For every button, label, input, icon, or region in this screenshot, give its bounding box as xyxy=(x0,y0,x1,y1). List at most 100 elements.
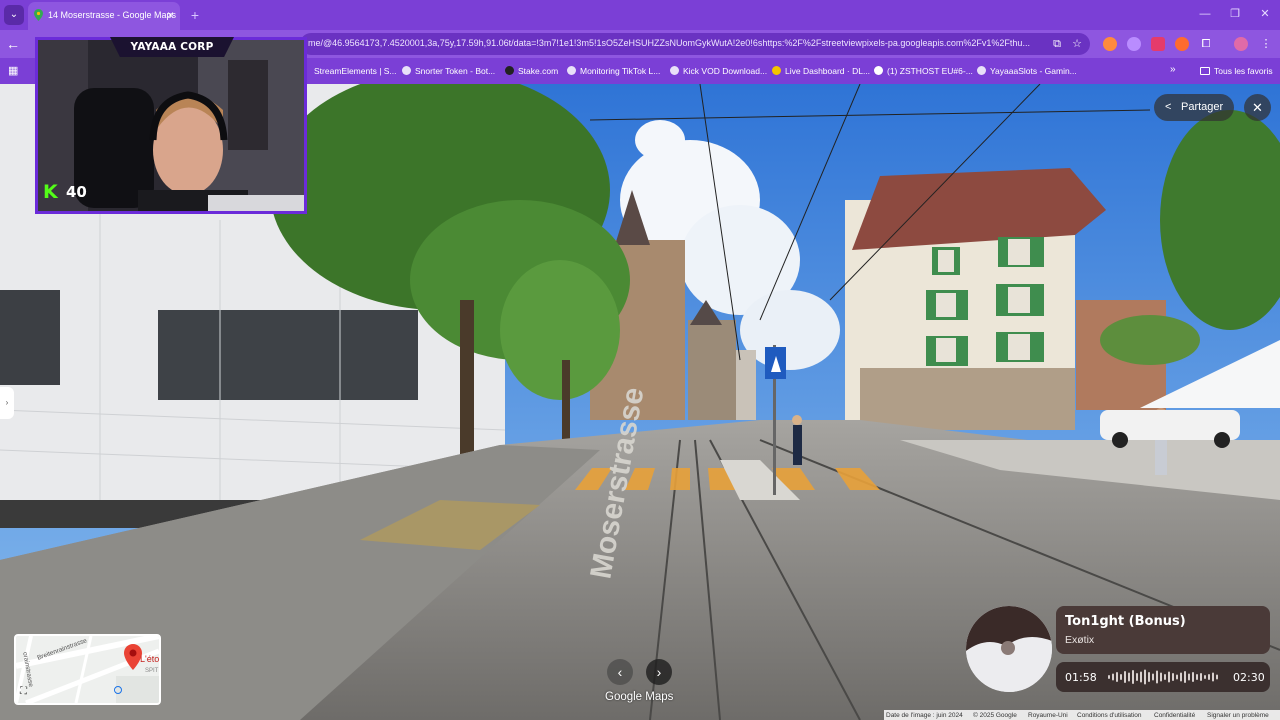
folder-icon xyxy=(1200,67,1210,75)
waveform-bar xyxy=(1204,675,1206,679)
waveform-bar xyxy=(1192,672,1194,682)
extensions-puzzle-icon[interactable]: ⧠ xyxy=(1197,35,1215,53)
bookmark-item[interactable]: Kick VOD Download... xyxy=(670,64,767,78)
minimap[interactable]: Breitenrainstrasse orainstrasse ⛶ xyxy=(14,634,161,705)
back-arrow-icon[interactable]: ← xyxy=(6,35,20,53)
album-art xyxy=(966,606,1052,692)
window-close-button[interactable]: ✕ xyxy=(1250,5,1280,23)
waveform-bar xyxy=(1176,674,1178,680)
google-maps-favicon xyxy=(34,9,43,21)
bookmark-favicon-icon xyxy=(874,66,883,75)
audio-waveform xyxy=(1108,669,1218,685)
tab-title: 14 Moserstrasse - Google Maps xyxy=(48,10,177,20)
waveform-bar xyxy=(1184,671,1186,683)
bookmark-favicon-icon xyxy=(772,66,781,75)
terms-link[interactable]: Conditions d'utilisation xyxy=(1077,711,1141,720)
next-image-arrow-icon[interactable]: › xyxy=(646,659,672,685)
bookmark-item[interactable]: Live Dashboard · DL... xyxy=(772,64,870,78)
track-artist: Exøtix xyxy=(1065,634,1095,646)
waveform-bar xyxy=(1140,671,1142,683)
maximize-button[interactable]: ❐ xyxy=(1220,5,1250,23)
bookmark-item[interactable]: Snorter Token - Bot... xyxy=(402,64,495,78)
bookmark-label: (1) ZSTHOST EU#6-... xyxy=(887,66,973,76)
browser-menu-icon[interactable]: ⋮ xyxy=(1257,35,1275,53)
new-tab-button[interactable]: + xyxy=(186,6,204,24)
extension-icon-3[interactable] xyxy=(1151,37,1165,51)
bookmark-label: Monitoring TikTok L... xyxy=(580,66,661,76)
waveform-bar xyxy=(1132,670,1134,684)
waveform-bar xyxy=(1160,672,1162,682)
waveform-bar xyxy=(1216,674,1218,680)
waveform-bar xyxy=(1152,673,1154,681)
bookmark-favicon-icon xyxy=(567,66,576,75)
waveform-bar xyxy=(1112,673,1114,681)
bookmark-label: Kick VOD Download... xyxy=(683,66,768,76)
bookmark-favicon-icon xyxy=(670,66,679,75)
close-street-view-button[interactable]: ✕ xyxy=(1244,94,1271,121)
kick-viewer-count: 40 xyxy=(66,183,87,201)
minimap-poi-label: L'éto xyxy=(140,654,160,664)
waveform-bar xyxy=(1136,673,1138,681)
copyright: © 2025 Google xyxy=(973,712,1017,719)
waveform-bar xyxy=(1168,671,1170,683)
kick-logo-icon: K xyxy=(43,181,58,203)
report-problem-link[interactable]: Signaler un problème xyxy=(1207,711,1269,720)
extension-icon-1[interactable] xyxy=(1103,37,1117,51)
expand-panel-chevron-icon[interactable]: › xyxy=(0,387,14,419)
privacy-link[interactable]: Confidentialité xyxy=(1154,711,1195,720)
waveform-bar xyxy=(1208,674,1210,680)
previous-image-arrow-icon[interactable]: ‹ xyxy=(607,659,633,685)
webcam-channel-name: YAYAAA CORP xyxy=(130,41,214,53)
bookmark-label: Live Dashboard · DL... xyxy=(785,66,871,76)
url-text: me/@46.9564173,7.4520001,3a,75y,17.59h,9… xyxy=(308,38,1030,48)
bookmark-item[interactable]: (1) ZSTHOST EU#6-... xyxy=(874,64,973,78)
bookmark-label: Snorter Token - Bot... xyxy=(415,66,496,76)
active-tab[interactable]: 14 Moserstrasse - Google Maps × xyxy=(28,2,180,30)
apps-grid-icon[interactable]: ▦ xyxy=(8,64,18,77)
bookmark-item[interactable]: YayaaaSlots - Gamin... xyxy=(977,64,1077,78)
region-link[interactable]: Royaume-Uni xyxy=(1028,711,1068,720)
waveform-bar xyxy=(1120,674,1122,680)
waveform-bar xyxy=(1128,672,1130,682)
waveform-bar xyxy=(1212,672,1214,682)
profile-avatar[interactable] xyxy=(1234,37,1248,51)
bookmark-label: YayaaaSlots - Gamin... xyxy=(990,66,1077,76)
share-label: Partager xyxy=(1181,101,1224,113)
bookmark-item[interactable]: Monitoring TikTok L... xyxy=(567,64,660,78)
current-time: 01:58 xyxy=(1065,671,1097,684)
google-maps-logo: Google Maps xyxy=(605,691,674,703)
minimap-expand-icon[interactable]: ⛶ xyxy=(20,686,27,697)
bookmarks-overflow-icon[interactable]: » xyxy=(1170,64,1176,75)
waveform-bar xyxy=(1116,672,1118,682)
browser-tab-strip: ⌄ 14 Moserstrasse - Google Maps × + — ❐ … xyxy=(0,0,1280,30)
bookmark-item[interactable]: StreamElements | S... xyxy=(314,64,397,78)
waveform-bar xyxy=(1200,673,1202,681)
tab-search-button[interactable]: ⌄ xyxy=(4,5,24,25)
minimap-poi-sublabel: SPIT xyxy=(145,668,159,674)
bookmark-favicon-icon xyxy=(505,66,514,75)
track-title: Ton1ght (Bonus) xyxy=(1065,614,1186,629)
tab-close-icon[interactable]: × xyxy=(167,8,174,22)
extension-icon-4[interactable] xyxy=(1175,37,1189,51)
install-app-icon[interactable]: ⧉ xyxy=(1048,35,1066,53)
bookmark-star-icon[interactable]: ☆ xyxy=(1068,35,1086,53)
url-field[interactable]: me/@46.9564173,7.4520001,3a,75y,17.59h,9… xyxy=(300,33,1090,55)
waveform-bar xyxy=(1124,671,1126,683)
extension-icon-2[interactable] xyxy=(1127,37,1141,51)
minimize-button[interactable]: — xyxy=(1190,5,1220,23)
bookmark-favicon-icon xyxy=(977,66,986,75)
bookmark-item[interactable]: Stake.com xyxy=(505,64,558,78)
bookmark-label: Stake.com xyxy=(518,66,559,76)
share-icon: < xyxy=(1165,101,1172,113)
minimap-pegman-icon xyxy=(114,686,122,694)
waveform-bar xyxy=(1148,672,1150,682)
all-favorites-label: Tous les favoris xyxy=(1214,66,1273,76)
all-favorites-folder[interactable]: Tous les favoris xyxy=(1200,64,1273,78)
waveform-bar xyxy=(1196,674,1198,680)
waveform-bar xyxy=(1156,670,1158,684)
album-art-image xyxy=(966,606,1052,692)
bookmark-favicon-icon xyxy=(402,66,411,75)
waveform-bar xyxy=(1164,674,1166,680)
total-time: 02:30 xyxy=(1233,671,1265,684)
share-button[interactable]: < Partager xyxy=(1154,94,1234,121)
